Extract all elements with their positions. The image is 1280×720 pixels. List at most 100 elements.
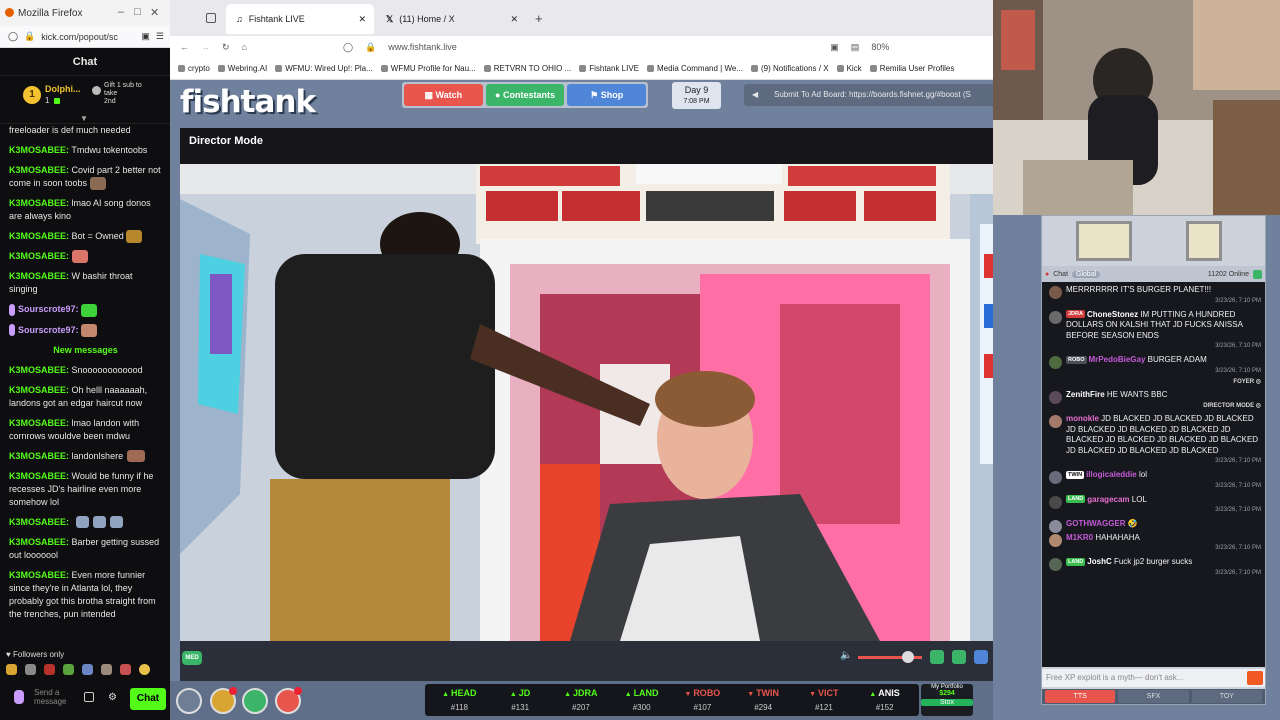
tts-button[interactable]: TTS	[1045, 690, 1116, 703]
fishtank-logo[interactable]: fishtank	[180, 84, 316, 120]
emoji-icon[interactable]	[84, 692, 94, 702]
microphone-icon[interactable]	[14, 690, 24, 704]
chat-username[interactable]: K3MOSABEE:	[9, 145, 69, 155]
chevron-down-icon[interactable]: ▼	[80, 114, 88, 123]
settings-gear-icon[interactable]	[176, 688, 202, 714]
back-icon[interactable]: ←	[180, 42, 189, 52]
close-tab-icon[interactable]: ✕	[358, 14, 366, 25]
chat-username[interactable]: MrPedoBieGay	[1089, 355, 1146, 364]
bottle-icon[interactable]	[242, 688, 268, 714]
chat-username[interactable]: K3MOSABEE:	[9, 570, 69, 580]
tab-fishtank[interactable]: ♫ Fishtank LIVE ✕	[226, 4, 374, 34]
chat-username[interactable]: Sourscrote97:	[18, 325, 79, 335]
chat-username[interactable]: K3MOSABEE:	[9, 198, 69, 208]
chat-username[interactable]: ZenithFire	[1066, 390, 1105, 399]
shop-button[interactable]: ⚑ Shop	[567, 84, 647, 106]
picture-in-picture-icon[interactable]: ▣	[830, 42, 839, 53]
camera-thumbnail[interactable]	[1186, 221, 1222, 261]
close-icon[interactable]: ✕	[150, 6, 159, 19]
sound-icon[interactable]: ♫	[236, 14, 243, 24]
bookmark-item[interactable]: Webring.AI	[217, 64, 267, 73]
maximize-icon[interactable]: □	[134, 6, 141, 18]
volume-icon[interactable]: 🔈	[840, 650, 852, 661]
avatar[interactable]	[1049, 495, 1062, 509]
url-text[interactable]: kick.com/popout/sc	[41, 32, 135, 42]
avatar[interactable]	[1049, 391, 1062, 404]
chat-username[interactable]: K3MOSABEE:	[9, 418, 69, 428]
avatar[interactable]	[1049, 286, 1062, 299]
emote-icon[interactable]	[120, 664, 131, 675]
sfx-button[interactable]: SFX	[1118, 690, 1189, 703]
volume-handle[interactable]	[902, 651, 914, 663]
bookmark-icon[interactable]: ▤	[851, 42, 860, 53]
quality-med-button[interactable]: MED	[182, 651, 202, 665]
chat-username[interactable]: K3MOSABEE:	[9, 537, 69, 547]
portfolio-widget[interactable]: My Portfolio $294 Stox	[921, 684, 973, 716]
bookmark-item[interactable]: WFMU: Wired Up!: Pla...	[275, 64, 373, 73]
channel-global-tab[interactable]: Global	[1072, 270, 1101, 278]
chat-username[interactable]: K3MOSABEE:	[9, 517, 69, 527]
bookmark-item[interactable]: Media Command | We...	[647, 64, 743, 73]
chat-username[interactable]: K3MOSABEE:	[9, 451, 69, 461]
close-tab-icon[interactable]: ✕	[510, 14, 518, 25]
chat-username[interactable]: K3MOSABEE:	[9, 365, 69, 375]
chat-username[interactable]: K3MOSABEE:	[9, 231, 69, 241]
candidate-head[interactable]: ▲ HEAD #118	[429, 684, 490, 716]
avatar[interactable]	[1049, 415, 1062, 428]
avatar[interactable]	[1049, 520, 1062, 533]
chat-username[interactable]: M1KR0	[1066, 533, 1093, 542]
emote-icon[interactable]	[139, 664, 150, 675]
gift-sub-label[interactable]: Gift 1 sub to take	[104, 82, 152, 98]
live-video-player[interactable]	[180, 164, 1030, 641]
url-bar[interactable]: ◯ 🔒 kick.com/popout/sc ▣ ☰	[0, 26, 170, 48]
candidate-robo[interactable]: ▼ ROBO #107	[672, 684, 733, 716]
bookmark-item[interactable]: Kick	[836, 64, 862, 73]
emote-icon[interactable]	[101, 664, 112, 675]
toy-button[interactable]: TOY	[1191, 690, 1262, 703]
candidate-land[interactable]: ▲ LAND #300	[611, 684, 672, 716]
avatar[interactable]	[1049, 533, 1062, 547]
send-arrow-icon[interactable]	[1247, 671, 1263, 685]
candidate-twin[interactable]: ▼ TWIN #294	[733, 684, 794, 716]
contestants-button[interactable]: ● Contestants	[485, 84, 565, 106]
stox-button[interactable]: Stox	[921, 699, 973, 706]
chat-username[interactable]: JoshC	[1087, 557, 1111, 566]
bookmark-item[interactable]: RETVRN TO OHIO ...	[483, 64, 571, 73]
chat-username[interactable]: ChoneStonez	[1087, 310, 1138, 319]
chat-username[interactable]: K3MOSABEE:	[9, 165, 69, 175]
watch-button[interactable]: ▦ Watch	[404, 84, 483, 106]
forward-icon[interactable]: →	[201, 42, 210, 52]
candidate-jdra[interactable]: ▲ JDRA #207	[551, 684, 612, 716]
bookmark-item[interactable]: Remilia User Profiles	[869, 64, 954, 73]
gear-icon[interactable]: ⚙	[108, 692, 117, 703]
emote-icon[interactable]	[44, 664, 55, 675]
chat-username[interactable]: Sourscrote97:	[18, 304, 79, 314]
chat-send-button[interactable]: Chat	[130, 688, 166, 710]
site-chat-input[interactable]: Free XP exploit is a myth— don't ask...	[1042, 669, 1265, 687]
item-icon[interactable]	[275, 687, 302, 714]
reload-icon[interactable]: ↻	[222, 42, 230, 53]
chat-username[interactable]: K3MOSABEE:	[9, 385, 69, 395]
home-icon[interactable]: ⌂	[242, 42, 247, 52]
chat-username[interactable]: monokle	[1066, 414, 1099, 423]
camera-thumbnail[interactable]	[1076, 221, 1132, 261]
chat-username[interactable]: K3MOSABEE:	[9, 271, 69, 281]
address-field[interactable]: www.fishtank.live	[388, 42, 818, 52]
avatar[interactable]	[1049, 471, 1062, 484]
avatar[interactable]	[1049, 558, 1062, 571]
minimize-icon[interactable]: –	[118, 6, 124, 18]
candidate-jd[interactable]: ▲ JD #131	[490, 684, 551, 716]
emote-icon[interactable]	[25, 664, 36, 675]
chat-username[interactable]: garagecam	[1087, 495, 1129, 504]
send-message-input[interactable]: Send a message	[34, 688, 78, 706]
emote-icon[interactable]	[6, 664, 17, 675]
zoom-level[interactable]: 80%	[871, 42, 889, 52]
emote-icon[interactable]	[82, 664, 93, 675]
chat-username[interactable]: GOTHWAGGER	[1066, 519, 1126, 528]
avatar[interactable]	[1049, 310, 1062, 324]
new-tab-icon[interactable]: +	[535, 11, 543, 26]
clip-icon[interactable]	[952, 650, 966, 664]
bookmark-item[interactable]: (9) Notifications / X	[750, 64, 829, 73]
site-chat-messages[interactable]: MERRRRRRR IT'S BURGER PLANET!!! 3/23/26, …	[1042, 282, 1265, 667]
tab-x-home[interactable]: 𝕏 (11) Home / X ✕	[376, 4, 526, 34]
